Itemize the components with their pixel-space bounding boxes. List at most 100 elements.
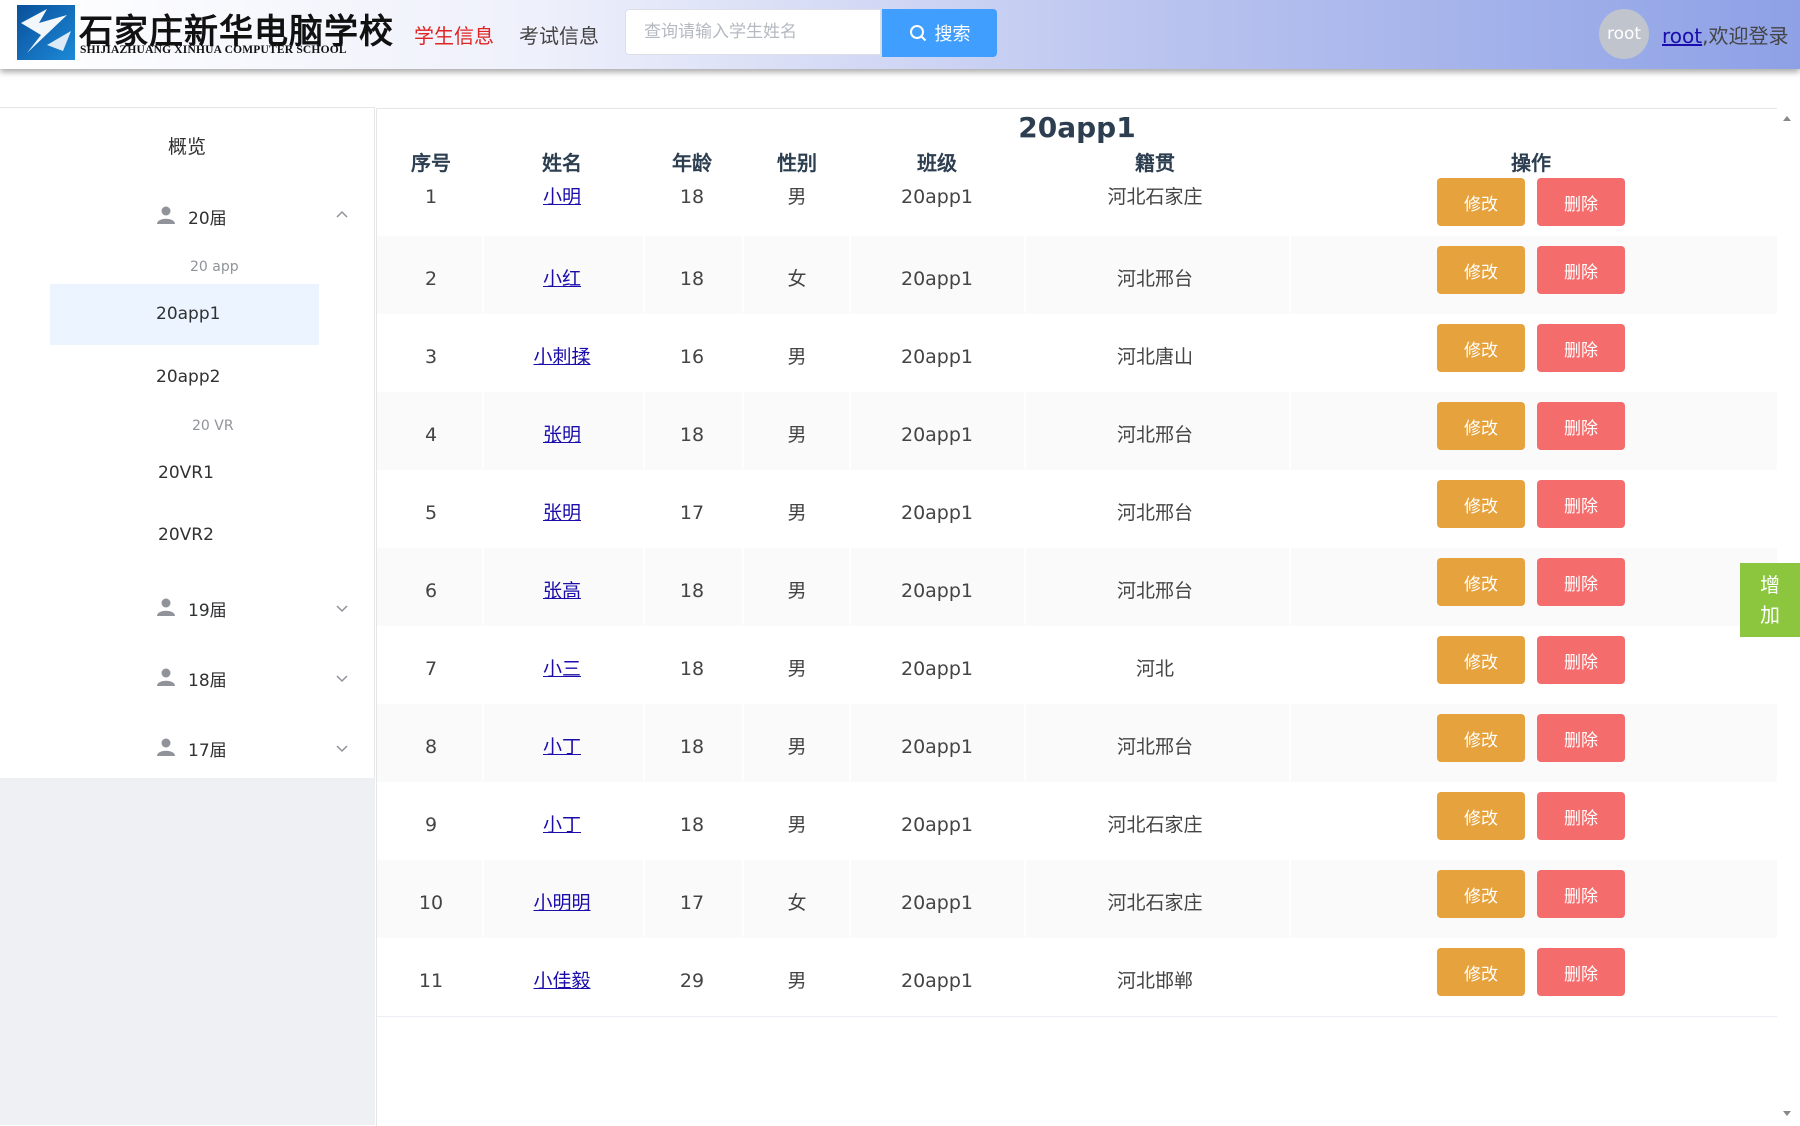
edit-button[interactable]: 修改 [1437,558,1525,606]
student-table-panel: 20app1 序号 姓名 年龄 性别 班级 籍贯 操作 1 小明 18 男 20app1… [376,108,1777,1126]
sidebar-group-19[interactable]: 19届 [188,596,227,621]
chevron-down-icon[interactable] [335,741,349,755]
school-logo[interactable]: 石家庄新华电脑学校 SHIJIAZHUANG XINHUA COMPUTER S… [17,2,393,62]
table-row: 2 小红 18 女 20app1 河北邢台 修改 删除 [377,236,1777,315]
table-row: 3 小刺揉 16 男 20app1 河北唐山 修改 删除 [377,314,1777,393]
edit-button[interactable]: 修改 [1437,948,1525,996]
delete-button[interactable]: 删除 [1537,324,1625,372]
cell-separator [849,548,851,625]
scroll-down-arrow-icon[interactable] [1782,1108,1792,1118]
cell-separator [482,548,484,625]
edit-button[interactable]: 修改 [1437,792,1525,840]
cell-no: 11 [418,970,444,992]
delete-button[interactable]: 删除 [1537,178,1625,226]
sidebar-group-18[interactable]: 18届 [188,666,227,691]
sidebar-item-20vr2[interactable]: 20VR2 [158,525,214,545]
cell-separator [643,236,645,313]
cell-separator [849,860,851,937]
edit-button[interactable]: 修改 [1437,324,1525,372]
search-icon [909,25,926,42]
cell-separator [742,392,744,469]
sidebar-item-20app2[interactable]: 20app2 [156,367,220,387]
edit-button[interactable]: 修改 [1437,178,1525,226]
table-row: 11 小佳毅 29 男 20app1 河北邯郸 修改 删除 [377,938,1777,1017]
cell-separator [643,704,645,781]
user-icon [157,598,175,616]
column-header-gender: 性别 [777,151,817,175]
sidebar-group-20[interactable]: 20届 [188,204,227,229]
logo-mark-icon [17,5,75,60]
cell-separator [1289,236,1291,313]
delete-button[interactable]: 删除 [1537,714,1625,762]
cell-separator [742,548,744,625]
delete-button[interactable]: 删除 [1537,792,1625,840]
search-button-label: 搜索 [934,24,971,45]
avatar[interactable]: root [1599,9,1649,59]
edit-button[interactable]: 修改 [1437,870,1525,918]
cell-separator [742,860,744,937]
cell-separator [1024,704,1026,781]
edit-button[interactable]: 修改 [1437,480,1525,528]
sidebar-overview[interactable]: 概览 [168,132,206,159]
delete-button[interactable]: 删除 [1537,246,1625,294]
edit-button[interactable]: 修改 [1437,714,1525,762]
chevron-down-icon[interactable] [335,671,349,685]
subgroup-label-20vr: 20 VR [192,418,234,434]
sidebar-item-20vr1[interactable]: 20VR1 [158,463,214,483]
table-row: 8 小丁 18 男 20app1 河北邢台 修改 删除 [377,704,1777,783]
sidebar-item-20app1[interactable]: 20app1 [156,304,220,324]
cell-separator [482,392,484,469]
column-header-actions: 操作 [1511,151,1551,175]
cell-separator [1289,704,1291,781]
delete-button[interactable]: 删除 [1537,558,1625,606]
table-row: 7 小三 18 男 20app1 河北 修改 删除 [377,626,1777,705]
cell-origin: 河北邯郸 [1116,970,1194,992]
cell-separator [1024,236,1026,313]
column-header-age: 年龄 [672,151,712,175]
user-icon [157,668,175,686]
add-button[interactable]: 增 加 [1740,563,1800,637]
delete-button[interactable]: 删除 [1537,402,1625,450]
delete-button[interactable]: 删除 [1537,948,1625,996]
nav-exam-info[interactable]: 考试信息 [519,20,599,49]
table-row: 9 小丁 18 男 20app1 河北石家庄 修改 删除 [377,782,1777,861]
cell-separator [643,392,645,469]
delete-button[interactable]: 删除 [1537,480,1625,528]
delete-button[interactable]: 删除 [1537,870,1625,918]
cell-name-link[interactable]: 小佳毅 [533,959,590,1036]
column-header-no: 序号 [411,151,451,175]
edit-button[interactable]: 修改 [1437,402,1525,450]
search-input[interactable] [625,9,881,55]
user-icon [157,206,175,224]
cell-separator [742,236,744,313]
nav-student-info[interactable]: 学生信息 [414,20,494,49]
sidebar-menu: 概览 20届 20 app 20app1 20app2 20 VR 20VR1 … [0,107,375,778]
table-title: 20app1 [1018,111,1136,144]
cell-separator [1289,860,1291,937]
scroll-up-arrow-icon[interactable] [1782,114,1792,124]
edit-button[interactable]: 修改 [1437,636,1525,684]
chevron-up-icon[interactable] [335,208,349,222]
logo-subtitle: SHIJIAZHUANG XINHUA COMPUTER SCHOOL [80,44,347,56]
cell-separator [643,860,645,937]
welcome-text: ,欢迎登录 [1702,24,1789,48]
username-link[interactable]: root [1662,24,1702,48]
cell-separator [1024,392,1026,469]
cell-separator [482,860,484,937]
user-icon [157,738,175,756]
sidebar-group-17[interactable]: 17届 [188,736,227,761]
table-row: 5 张明 17 男 20app1 河北邢台 修改 删除 [377,470,1777,549]
delete-button[interactable]: 删除 [1537,636,1625,684]
cell-separator [482,704,484,781]
search-button[interactable]: 搜索 [882,9,997,57]
cell-separator [1289,392,1291,469]
cell-separator [643,548,645,625]
cell-class: 20app1 [900,970,974,992]
column-header-name: 姓名 [542,151,582,175]
edit-button[interactable]: 修改 [1437,246,1525,294]
cell-separator [1024,548,1026,625]
cell-separator [1024,860,1026,937]
cell-separator [849,236,851,313]
chevron-down-icon[interactable] [335,601,349,615]
user-area: root,欢迎登录 [1662,20,1788,49]
